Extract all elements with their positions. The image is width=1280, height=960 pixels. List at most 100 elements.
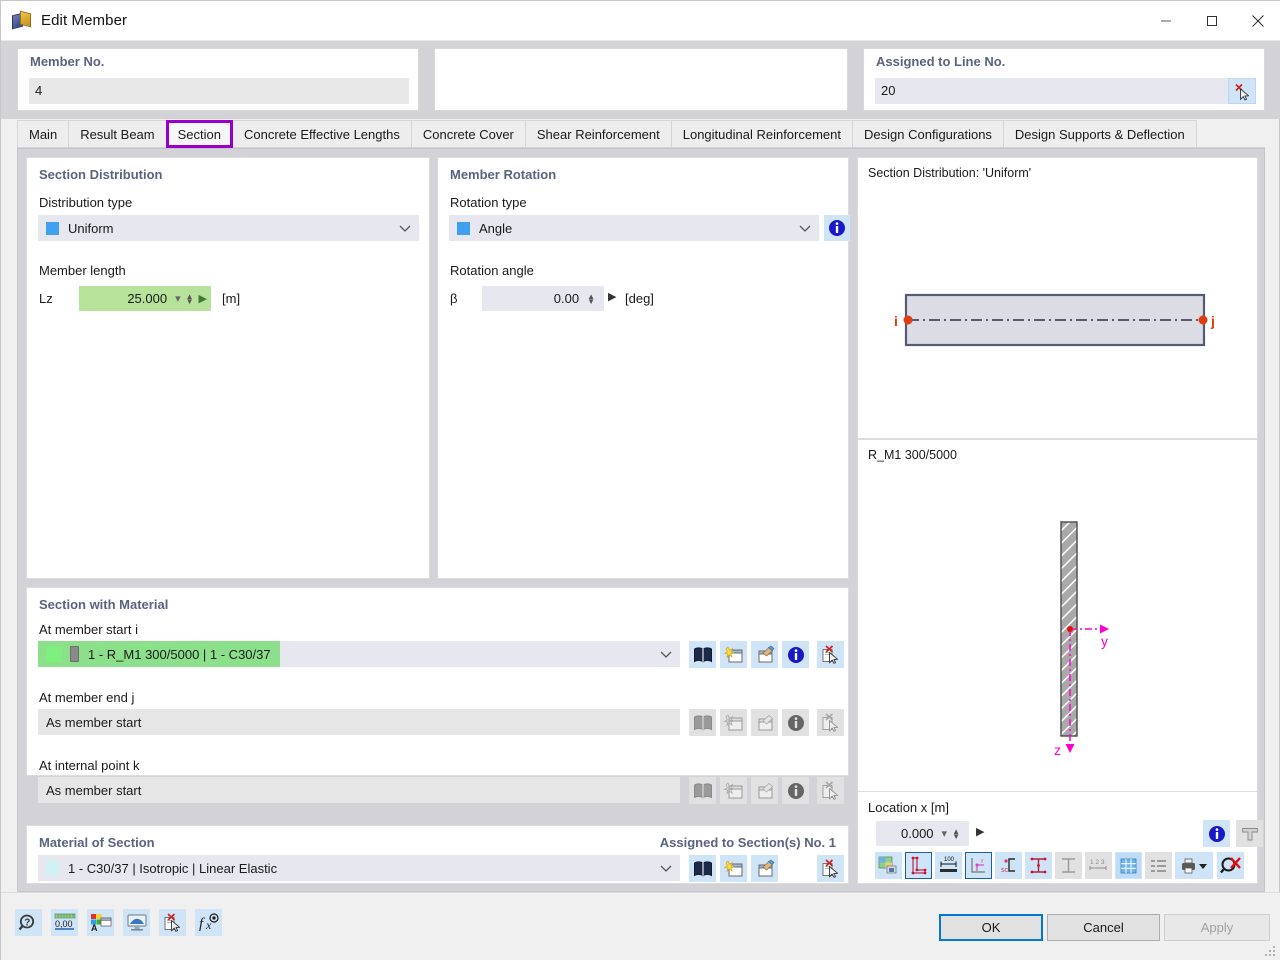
- tab-concrete-effective-lengths[interactable]: Concrete Effective Lengths: [231, 120, 412, 148]
- zoom-reset-icon[interactable]: [1217, 852, 1244, 879]
- grid-icon[interactable]: [1115, 852, 1142, 879]
- info-icon[interactable]: [782, 641, 809, 668]
- section-shape-icon: [70, 646, 79, 662]
- member-cube-icon: [11, 10, 33, 32]
- section-distribution-title: Section Distribution: [39, 167, 163, 182]
- content-area: Section Distribution Distribution type U…: [17, 148, 1265, 892]
- edit-section-icon: [751, 709, 778, 736]
- spinner-arrows[interactable]: ▲ ▼: [952, 827, 960, 840]
- rotation-type-color-swatch: [457, 221, 470, 235]
- apply-arrow-icon[interactable]: ▶: [199, 292, 207, 305]
- spinner-arrows[interactable]: ▲ ▼: [186, 292, 194, 305]
- svg-text:z: z: [1054, 742, 1061, 758]
- section-with-material-panel: Section with Material At member start i …: [26, 587, 849, 804]
- distribution-type-label: Distribution type: [39, 195, 133, 210]
- distribution-type-select[interactable]: Uniform: [38, 215, 419, 241]
- formula-icon[interactable]: f x: [195, 909, 222, 936]
- distribution-type-color-swatch: [46, 221, 59, 235]
- tee-shape-icon: [1236, 820, 1263, 847]
- distribution-preview-graphic: i j: [894, 293, 1215, 347]
- rotation-type-info-icon[interactable]: [824, 215, 850, 241]
- apply-button: Apply: [1164, 914, 1270, 941]
- chevron-down-icon[interactable]: ▾: [942, 827, 948, 840]
- member-length-input[interactable]: 25.000 ▾ ▲ ▼ ▶: [79, 286, 211, 311]
- svg-text:100: 100: [944, 857, 955, 863]
- stress-points-icon[interactable]: [1025, 852, 1052, 879]
- material-assigned-note: Assigned to Section(s) No. 1: [659, 835, 836, 850]
- render-mode-icon[interactable]: [875, 852, 902, 879]
- material-buttons: [689, 855, 844, 882]
- tab-main[interactable]: Main: [17, 120, 70, 148]
- help-icon[interactable]: ?: [15, 909, 42, 936]
- tab-result-beam[interactable]: Result Beam: [68, 120, 167, 148]
- rotation-angle-label: Rotation angle: [450, 263, 534, 278]
- tab-bar: Main Result Beam Section Concrete Effective…: [17, 120, 1265, 148]
- minimize-button[interactable]: [1143, 1, 1189, 41]
- tab-section[interactable]: Section: [165, 120, 233, 148]
- tab-concrete-cover[interactable]: Concrete Cover: [410, 120, 526, 148]
- dimensions-icon[interactable]: 100: [935, 852, 962, 879]
- section-points-icon[interactable]: [905, 852, 932, 879]
- edit-section-icon[interactable]: [751, 641, 778, 668]
- member-no-input[interactable]: 4: [29, 78, 409, 104]
- rotation-angle-input[interactable]: 0.00 ▲ ▼: [482, 286, 604, 311]
- svg-text:sc: sc: [1001, 867, 1009, 874]
- member-length-label: Member length: [39, 263, 126, 278]
- display-properties-icon[interactable]: A: [87, 909, 114, 936]
- ok-button[interactable]: OK: [939, 914, 1043, 941]
- new-section-icon[interactable]: [720, 641, 747, 668]
- material-select[interactable]: 1 - C30/37 | Isotropic | Linear Elastic: [38, 855, 680, 881]
- svg-text:0,00: 0,00: [55, 919, 73, 929]
- section-start-buttons: [689, 641, 844, 668]
- rotation-angle-apply-arrow-icon[interactable]: ▶: [608, 290, 616, 303]
- library-icon[interactable]: [689, 855, 716, 882]
- section-internal-label: At internal point k: [39, 758, 140, 773]
- section-end-buttons: [689, 709, 844, 736]
- section-internal-value: As member start: [46, 782, 142, 798]
- library-icon[interactable]: [689, 641, 716, 668]
- chevron-down-icon[interactable]: ▾: [175, 292, 181, 305]
- close-button[interactable]: [1235, 1, 1280, 41]
- delete-pick-icon[interactable]: [817, 855, 844, 882]
- rotation-type-select[interactable]: Angle: [449, 215, 819, 241]
- shear-center-icon[interactable]: sc: [995, 852, 1022, 879]
- section-start-select[interactable]: 1 - R_M1 300/5000 | 1 - C30/37: [38, 641, 680, 667]
- tab-design-supports-deflection[interactable]: Design Supports & Deflection: [1002, 120, 1197, 148]
- resize-grip[interactable]: [1265, 946, 1277, 958]
- new-section-icon: [720, 709, 747, 736]
- svg-text:1 2 3: 1 2 3: [1090, 859, 1105, 866]
- tab-longitudinal-reinforcement[interactable]: Longitudinal Reinforcement: [670, 120, 854, 148]
- tab-shear-reinforcement[interactable]: Shear Reinforcement: [524, 120, 672, 148]
- material-color-swatch: [46, 861, 59, 875]
- delete-pick-icon[interactable]: [817, 641, 844, 668]
- print-dropdown-icon[interactable]: [1175, 852, 1213, 879]
- new-section-icon: [720, 777, 747, 804]
- distribution-preview-panel: Section Distribution: 'Uniform' i j: [857, 157, 1258, 439]
- section-preview-panel: R_M1 300/5000 y z: [857, 439, 1258, 792]
- view-mode-icon[interactable]: [123, 909, 150, 936]
- section-color-swatch: [46, 646, 62, 662]
- spinner-arrows[interactable]: ▲ ▼: [587, 292, 595, 305]
- location-x-input[interactable]: 0.000 ▾ ▲ ▼: [876, 821, 969, 846]
- location-x-apply-arrow-icon[interactable]: ▶: [976, 825, 984, 838]
- location-x-label: Location x [m]: [868, 800, 949, 815]
- maximize-button[interactable]: [1189, 1, 1235, 41]
- select-deselect-cursor-icon[interactable]: [1228, 78, 1256, 104]
- new-material-icon[interactable]: [720, 855, 747, 882]
- member-no-label: Member No.: [30, 54, 105, 69]
- svg-text:y: y: [1101, 633, 1108, 649]
- delete-pick-icon[interactable]: [159, 909, 186, 936]
- member-no-group: Member No. 4: [17, 48, 419, 111]
- location-info-icon[interactable]: [1203, 820, 1230, 847]
- tab-design-configurations[interactable]: Design Configurations: [852, 120, 1004, 148]
- footer-bar: ? 0,00 A f x OK Cancel Apply: [1, 892, 1280, 960]
- units-decimals-icon[interactable]: 0,00: [51, 909, 78, 936]
- numbering-icon: 1 2 3: [1085, 852, 1112, 879]
- assigned-line-input[interactable]: 20: [875, 78, 1235, 104]
- section-distribution-panel: Section Distribution Distribution type U…: [26, 157, 430, 579]
- cancel-button[interactable]: Cancel: [1047, 914, 1160, 941]
- window-controls: [1143, 1, 1280, 41]
- member-rotation-title: Member Rotation: [450, 167, 557, 182]
- axes-system-icon[interactable]: y: [965, 852, 992, 879]
- edit-material-icon[interactable]: [751, 855, 778, 882]
